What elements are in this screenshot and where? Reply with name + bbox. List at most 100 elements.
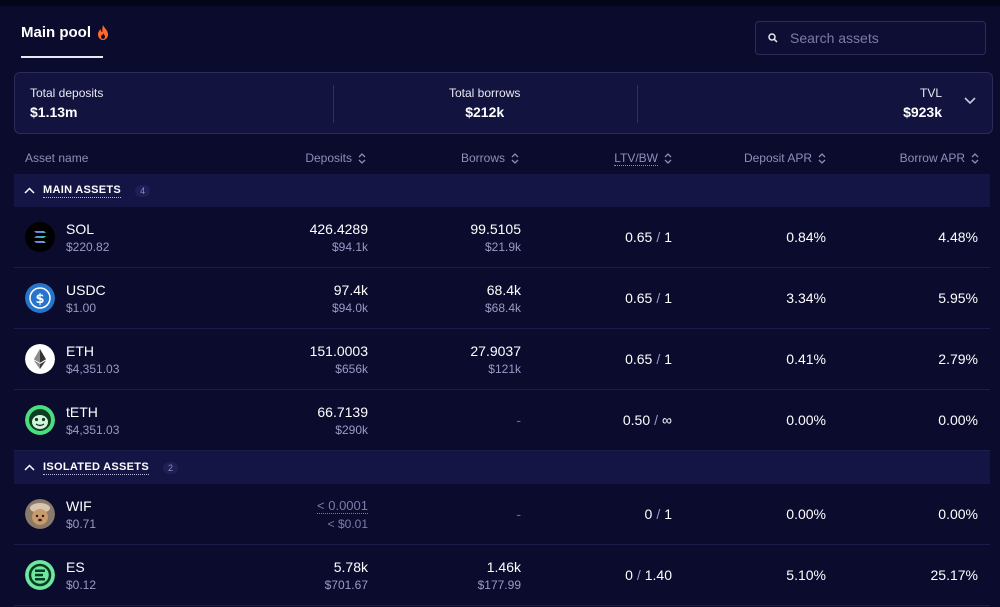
asset-symbol: WIF xyxy=(66,498,92,514)
asset-price: $220.82 xyxy=(66,240,110,254)
group-title: MAIN ASSETS xyxy=(43,183,122,198)
asset-symbol: tETH xyxy=(66,404,98,420)
deposits-amount: 151.0003 xyxy=(309,343,368,359)
col-borrow-apr[interactable]: Borrow APR xyxy=(900,151,979,165)
borrow-apr: 0.00% xyxy=(938,412,978,428)
total-borrows-stat: Total borrows $212k xyxy=(449,86,520,120)
bw-value: 1 xyxy=(664,351,672,367)
ltv-bw-value: 0.65/1 xyxy=(625,290,672,306)
divider xyxy=(333,85,334,123)
table-row[interactable]: SOL $220.82 426.4289 $94.1k 99.5105 $21.… xyxy=(14,207,990,268)
tvl-value: $923k xyxy=(903,104,942,120)
total-deposits-stat: Total deposits $1.13m xyxy=(30,86,103,120)
col-deposit-apr-label: Deposit APR xyxy=(743,151,812,165)
group-count-badge: 2 xyxy=(162,461,178,474)
deposit-apr: 0.84% xyxy=(786,229,826,245)
teth-icon xyxy=(25,405,55,435)
bw-value: 1 xyxy=(664,506,672,522)
sort-icon xyxy=(818,152,826,164)
borrows-amount: 68.4k xyxy=(486,282,521,298)
sort-icon xyxy=(664,153,672,164)
table-row[interactable]: ES $0.12 5.78k $701.67 1.46k $177.99 0/1… xyxy=(14,545,990,606)
deposit-apr: 0.00% xyxy=(786,506,826,522)
col-borrows[interactable]: Borrows xyxy=(461,151,519,165)
table-row[interactable]: tETH $4,351.03 66.7139 $290k - 0.50/∞ 0.… xyxy=(14,390,990,451)
table-row[interactable]: ETH $4,351.03 151.0003 $656k 27.9037 $12… xyxy=(14,329,990,390)
sort-icon xyxy=(358,152,366,164)
col-asset-label: Asset name xyxy=(25,151,89,165)
deposits-amount: 97.4k xyxy=(333,282,368,298)
search-input[interactable] xyxy=(790,30,970,46)
deposits-amount: < 0.0001 xyxy=(317,498,368,514)
total-borrows-value: $212k xyxy=(465,104,505,120)
table-header: Asset name Deposits Borrows LTV/BW Depos… xyxy=(0,146,1000,170)
ltv-value: 0 xyxy=(644,506,653,522)
group-main-assets[interactable]: MAIN ASSETS 4 xyxy=(14,174,990,207)
search-icon xyxy=(768,33,778,43)
ltv-bw-value: 0.50/∞ xyxy=(622,412,672,428)
bw-value: 1 xyxy=(664,290,672,306)
borrows-usd: $68.4k xyxy=(484,301,521,315)
col-deposits[interactable]: Deposits xyxy=(305,151,366,165)
chevron-down-icon[interactable] xyxy=(964,97,976,105)
col-deposits-label: Deposits xyxy=(305,151,352,165)
borrows-usd: $177.99 xyxy=(477,578,521,592)
sort-icon xyxy=(511,152,519,164)
active-tab-indicator xyxy=(21,56,103,58)
deposit-apr: 5.10% xyxy=(786,567,826,583)
sol-icon xyxy=(25,222,55,252)
borrows-empty: - xyxy=(516,412,521,428)
ltv-bw-value: 0.65/1 xyxy=(625,229,672,245)
deposits-usd: $701.67 xyxy=(324,578,368,592)
tvl-stat: TVL $923k xyxy=(903,86,942,120)
top-bar: Main pool xyxy=(0,0,1000,58)
total-deposits-label: Total deposits xyxy=(30,86,104,100)
tab-main-pool[interactable]: Main pool xyxy=(21,24,109,41)
chevron-up-icon xyxy=(24,187,35,194)
total-deposits-value: $1.13m xyxy=(30,104,78,120)
borrow-apr: 5.95% xyxy=(938,290,978,306)
deposits-amount-text: < 0.0001 xyxy=(317,498,368,514)
col-deposit-apr[interactable]: Deposit APR xyxy=(744,151,826,165)
borrows-amount: 99.5105 xyxy=(470,221,521,237)
col-ltv-bw[interactable]: LTV/BW xyxy=(614,151,672,166)
chevron-up-icon xyxy=(24,464,35,471)
deposits-usd: $656k xyxy=(335,362,368,376)
divider xyxy=(637,85,638,123)
deposits-amount: 5.78k xyxy=(333,559,368,575)
asset-price: $4,351.03 xyxy=(66,423,120,437)
borrows-empty: - xyxy=(516,506,521,522)
bw-value: 1 xyxy=(664,229,672,245)
ltv-value: 0 xyxy=(625,567,633,583)
total-borrows-label: Total borrows xyxy=(449,86,521,100)
search-box[interactable] xyxy=(755,21,986,55)
borrows-usd: $121k xyxy=(488,362,521,376)
table-row[interactable]: $ USDC $1.00 97.4k $94.0k 68.4k $68.4k 0… xyxy=(14,268,990,329)
sort-icon xyxy=(971,152,979,164)
tvl-label: TVL xyxy=(919,86,942,100)
summary-panel: Total deposits $1.13m Total borrows $212… xyxy=(14,72,993,134)
eth-icon xyxy=(25,344,55,374)
deposit-apr: 0.41% xyxy=(786,351,826,367)
deposits-usd: < $0.01 xyxy=(327,517,368,531)
asset-symbol: SOL xyxy=(66,221,95,237)
group-isolated-assets[interactable]: ISOLATED ASSETS 2 xyxy=(14,451,990,484)
tab-label: Main pool xyxy=(21,24,91,41)
ltv-value: 0.65 xyxy=(625,290,653,306)
ltv-value: 0.50 xyxy=(622,412,651,428)
bw-value: ∞ xyxy=(662,412,672,428)
asset-symbol: ETH xyxy=(66,343,94,359)
deposits-usd: $94.0k xyxy=(331,301,368,315)
col-ltv-label: LTV/BW xyxy=(614,151,658,166)
deposits-usd: $94.1k xyxy=(331,240,368,254)
borrows-amount: 27.9037 xyxy=(470,343,521,359)
usdc-icon: $ xyxy=(25,283,55,313)
asset-price: $0.71 xyxy=(66,517,97,531)
ltv-bw-value: 0.65/1 xyxy=(625,351,672,367)
fire-icon xyxy=(98,25,108,40)
table-row[interactable]: WIF $0.71 < 0.0001 < $0.01 - 0/1 0.00% 0… xyxy=(14,484,990,545)
col-asset-name: Asset name xyxy=(25,151,88,165)
deposits-amount: 66.7139 xyxy=(317,404,368,420)
deposit-apr: 3.34% xyxy=(786,290,826,306)
borrows-amount: 1.46k xyxy=(486,559,521,575)
